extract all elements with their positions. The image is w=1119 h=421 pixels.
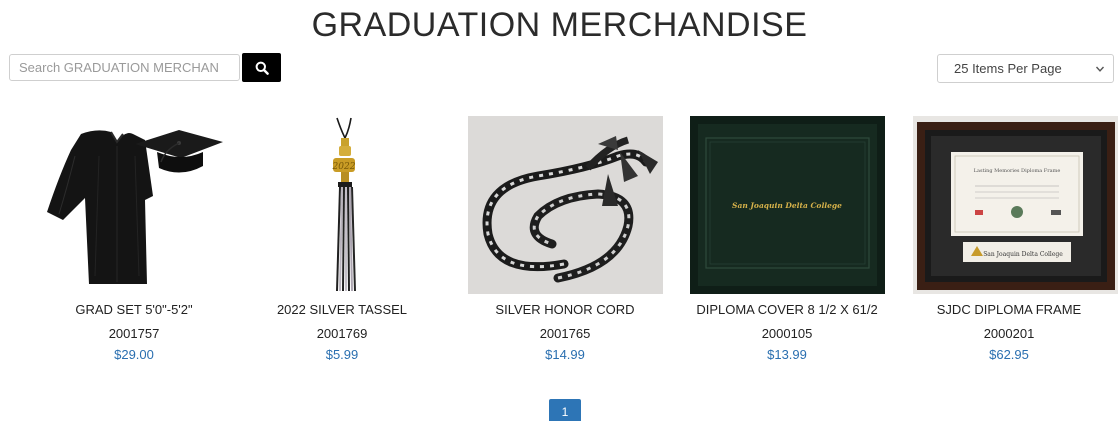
product-image-diploma-cover[interactable]: San Joaquin Delta College <box>690 116 885 294</box>
product-sku: 2000105 <box>761 326 813 341</box>
search-button[interactable] <box>242 53 281 82</box>
tassel-year-charm: 2022 <box>332 162 356 172</box>
product-price: $14.99 <box>545 347 585 362</box>
product-name[interactable]: DIPLOMA COVER 8 1/2 X 61/2 <box>676 302 898 317</box>
product-price: $29.00 <box>114 347 154 362</box>
product-image-grad-set[interactable] <box>37 116 232 294</box>
product-grid: GRAD SET 5'0"-5'2" 2001757 $29.00 2022 2… <box>0 116 1119 366</box>
product-card[interactable]: GRAD SET 5'0"-5'2" 2001757 $29.00 <box>23 116 245 366</box>
product-price: $13.99 <box>767 347 807 362</box>
page-title: GRADUATION MERCHANDISE <box>311 6 808 44</box>
product-sku: 2001757 <box>108 326 160 341</box>
product-name[interactable]: GRAD SET 5'0"-5'2" <box>23 302 245 317</box>
product-sku: 2000201 <box>983 326 1035 341</box>
product-name[interactable]: 2022 SILVER TASSEL <box>231 302 453 317</box>
product-card[interactable]: 2022 2022 SILVER TASSEL 2001769 $5.99 <box>231 116 453 366</box>
chevron-down-icon <box>1095 66 1105 72</box>
product-name[interactable]: SILVER HONOR CORD <box>454 302 676 317</box>
product-image-tassel[interactable]: 2022 <box>245 116 440 294</box>
product-card[interactable]: San Joaquin Delta College DIPLOMA COVER … <box>676 116 898 366</box>
search-icon <box>255 61 269 75</box>
diploma-cover-text: San Joaquin Delta College <box>732 201 842 210</box>
items-per-page-select[interactable]: 25 Items Per Page <box>937 54 1114 83</box>
pagination-page-1[interactable]: 1 <box>549 399 581 421</box>
product-image-diploma-frame[interactable]: Lasting Memories Diploma Frame San Joaqu… <box>913 116 1118 294</box>
product-price: $5.99 <box>325 347 359 362</box>
search-bar <box>9 53 281 82</box>
product-card[interactable]: Lasting Memories Diploma Frame San Joaqu… <box>898 116 1119 366</box>
product-sku: 2001769 <box>316 326 368 341</box>
product-name[interactable]: SJDC DIPLOMA FRAME <box>898 302 1119 317</box>
frame-certificate-title: Lasting Memories Diploma Frame <box>974 168 1061 174</box>
product-sku: 2001765 <box>539 326 591 341</box>
product-price: $62.95 <box>989 347 1029 362</box>
product-card[interactable]: SILVER HONOR CORD 2001765 $14.99 <box>454 116 676 366</box>
product-image-honor-cord[interactable] <box>468 116 663 294</box>
search-input[interactable] <box>9 54 240 81</box>
items-per-page-value: 25 Items Per Page <box>954 61 1062 76</box>
frame-college-plaque: San Joaquin Delta College <box>983 251 1063 258</box>
